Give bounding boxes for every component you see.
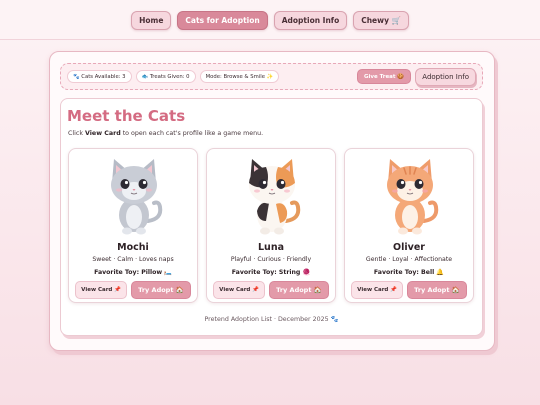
nav-chewy-button[interactable]: Chewy 🛒 (353, 11, 409, 30)
card-actions: View Card 📌 Try Adopt 🏠 (345, 281, 473, 299)
nav-adoption-info-button[interactable]: Adoption Info (273, 11, 348, 30)
nav-cats-for-adoption-button[interactable]: Cats for Adoption (177, 11, 268, 30)
treats-given-chip: 🐟 Treats Given: 0 (135, 70, 196, 83)
cat-card-list: Mochi Sweet · Calm · Loves naps Favorite… (68, 148, 475, 303)
gray-kitten-illustration (111, 159, 163, 235)
try-adopt-button[interactable]: Try Adopt 🏠 (131, 281, 191, 299)
app-window: 🐾 Cats Available: 3 🐟 Treats Given: 0 Mo… (49, 51, 495, 351)
cat-traits: Playful · Curious · Friendly (230, 256, 312, 263)
view-card-button[interactable]: View Card 📌 (75, 281, 128, 299)
cat-traits: Gentle · Loyal · Affectionate (365, 256, 453, 263)
mode-chip: Mode: Browse & Smile ✨ (199, 70, 280, 83)
cat-card-oliver: Oliver Gentle · Loyal · Affectionate Fav… (344, 148, 474, 303)
subtitle-text-end: to open each cat's profile like a game m… (120, 130, 264, 137)
status-toolbar: 🐾 Cats Available: 3 🐟 Treats Given: 0 Mo… (60, 63, 483, 90)
cats-available-chip: 🐾 Cats Available: 3 (67, 70, 132, 83)
page-footer: Pretend Adoption List · December 2025 🐾 (204, 316, 339, 323)
page-subtitle: Click View Card to open each cat's profi… (68, 130, 263, 137)
calico-kitten-illustration (249, 159, 301, 235)
cat-name: Luna (258, 242, 284, 253)
subtitle-view-card-text: View Card (85, 130, 121, 137)
cat-favorite-toy: Favorite Toy: Pillow 🛏️ (94, 269, 172, 276)
card-actions: View Card 📌 Try Adopt 🏠 (207, 281, 335, 299)
page-title: Meet the Cats (67, 107, 186, 125)
cat-favorite-toy: Favorite Toy: Bell 🔔 (373, 269, 445, 276)
cats-panel: Meet the Cats Click View Card to open ea… (60, 98, 483, 336)
cat-card-mochi: Mochi Sweet · Calm · Loves naps Favorite… (68, 148, 198, 303)
view-card-button[interactable]: View Card 📌 (351, 281, 404, 299)
cat-card-luna: Luna Playful · Curious · Friendly Favori… (206, 148, 336, 303)
cat-favorite-toy: Favorite Toy: String 🧶 (231, 269, 311, 276)
try-adopt-button[interactable]: Try Adopt 🏠 (407, 281, 467, 299)
cat-name: Mochi (117, 242, 149, 253)
subtitle-text-start: Click (68, 130, 86, 137)
adoption-info-button[interactable]: Adoption Info (415, 67, 476, 86)
cat-name: Oliver (393, 242, 425, 253)
give-treat-button[interactable]: Give Treat 🍪 (356, 69, 412, 84)
try-adopt-button[interactable]: Try Adopt 🏠 (269, 281, 329, 299)
nav-home-button[interactable]: Home (131, 11, 172, 30)
orange-kitten-illustration (387, 159, 439, 235)
top-navigation: Home Cats for Adoption Adoption Info Che… (0, 0, 540, 40)
card-actions: View Card 📌 Try Adopt 🏠 (69, 281, 197, 299)
view-card-button[interactable]: View Card 📌 (213, 281, 266, 299)
cat-traits: Sweet · Calm · Loves naps (92, 256, 174, 263)
